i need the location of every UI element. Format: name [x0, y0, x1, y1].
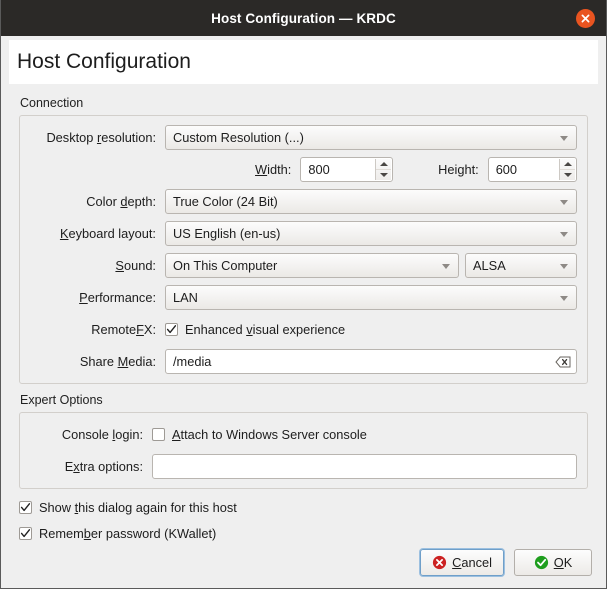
dialog-button-bar: Cancel OK — [420, 549, 592, 576]
keyboard-layout-value: US English (en-us) — [173, 226, 280, 241]
sound-system-combobox[interactable]: ALSA — [465, 253, 577, 278]
connection-groupbox: Desktop resolution: Custom Resolution (.… — [19, 115, 588, 384]
window-title: Host Configuration — KRDC — [211, 11, 396, 26]
connection-group-caption: Connection — [20, 96, 588, 110]
remotefx-label: RemoteFX: — [30, 322, 165, 337]
cancel-button[interactable]: Cancel — [420, 549, 504, 576]
console-login-checkbox[interactable] — [152, 428, 165, 441]
dialog-header: Host Configuration — [9, 40, 598, 84]
remember-password-label[interactable]: Remember password (KWallet) — [39, 526, 216, 541]
remember-password-checkbox[interactable] — [19, 527, 32, 540]
chevron-down-icon — [560, 232, 568, 237]
expert-options-group-caption: Expert Options — [20, 393, 588, 407]
performance-combobox[interactable]: LAN — [165, 285, 577, 310]
page-title: Host Configuration — [17, 50, 191, 74]
bottom-checkbox-list: Show this dialog again for this host Rem… — [1, 489, 606, 545]
chevron-down-icon — [442, 264, 450, 269]
share-media-input[interactable]: /media — [165, 349, 577, 374]
triangle-up-icon — [564, 162, 572, 166]
share-media-value: /media — [173, 354, 211, 369]
checkmark-icon — [20, 528, 31, 539]
height-label: Height: — [393, 162, 487, 177]
extra-options-label: Extra options: — [30, 459, 152, 474]
show-dialog-again-label[interactable]: Show this dialog again for this host — [39, 500, 237, 515]
row-keyboard-layout: Keyboard layout: US English (en-us) — [30, 221, 577, 246]
desktop-resolution-value: Custom Resolution (...) — [173, 130, 304, 145]
width-spin-down-button[interactable] — [376, 170, 391, 180]
close-x-icon — [580, 13, 591, 24]
keyboard-layout-combobox[interactable]: US English (en-us) — [165, 221, 577, 246]
checkmark-icon — [166, 324, 177, 335]
row-sound: Sound: On This Computer ALSA — [30, 253, 577, 278]
height-value: 600 — [496, 162, 517, 177]
width-spin-buttons — [375, 159, 391, 180]
chevron-down-icon — [560, 136, 568, 141]
sound-system-value: ALSA — [473, 258, 506, 273]
row-remotefx: RemoteFX: Enhanced visual experience — [30, 317, 577, 342]
backspace-glyph — [555, 356, 571, 368]
performance-label: Performance: — [30, 290, 165, 305]
width-spinbox[interactable]: 800 — [300, 157, 393, 182]
console-login-checkbox-label[interactable]: Attach to Windows Server console — [172, 427, 367, 442]
ok-button[interactable]: OK — [514, 549, 592, 576]
dialog-content: Connection Desktop resolution: Custom Re… — [1, 84, 606, 489]
remotefx-checkbox-label[interactable]: Enhanced visual experience — [185, 322, 345, 337]
desktop-resolution-combobox[interactable]: Custom Resolution (...) — [165, 125, 577, 150]
chevron-down-icon — [560, 200, 568, 205]
width-spin-up-button[interactable] — [376, 159, 391, 170]
close-icon[interactable] — [576, 9, 595, 28]
extra-options-input[interactable] — [152, 454, 577, 479]
triangle-down-icon — [564, 173, 572, 177]
titlebar: Host Configuration — KRDC — [1, 0, 606, 36]
keyboard-layout-label: Keyboard layout: — [30, 226, 165, 241]
share-media-label: Share Media: — [30, 354, 165, 369]
remember-password-row: Remember password (KWallet) — [19, 521, 588, 545]
color-depth-value: True Color (24 Bit) — [173, 194, 278, 209]
ok-button-label: OK — [554, 555, 573, 570]
show-dialog-again-checkbox[interactable] — [19, 501, 32, 514]
row-extra-options: Extra options: — [30, 454, 577, 479]
width-label: Width: — [30, 162, 300, 177]
chevron-down-icon — [560, 264, 568, 269]
clear-backspace-icon[interactable] — [555, 355, 571, 369]
color-depth-label: Color depth: — [30, 194, 165, 209]
performance-value: LAN — [173, 290, 198, 305]
row-width-height: Width: 800 Height: 600 — [30, 157, 577, 182]
row-share-media: Share Media: /media — [30, 349, 577, 374]
console-login-label: Console login: — [30, 427, 152, 442]
sound-combobox[interactable]: On This Computer — [165, 253, 459, 278]
color-depth-combobox[interactable]: True Color (24 Bit) — [165, 189, 577, 214]
cancel-error-icon — [432, 555, 447, 570]
chevron-down-icon — [560, 296, 568, 301]
ok-check-icon — [534, 555, 549, 570]
row-desktop-resolution: Desktop resolution: Custom Resolution (.… — [30, 125, 577, 150]
row-console-login: Console login: Attach to Windows Server … — [30, 422, 577, 447]
sound-value: On This Computer — [173, 258, 277, 273]
height-spinbox[interactable]: 600 — [488, 157, 577, 182]
row-color-depth: Color depth: True Color (24 Bit) — [30, 189, 577, 214]
height-spin-down-button[interactable] — [560, 170, 575, 180]
desktop-resolution-label: Desktop resolution: — [30, 130, 165, 145]
expert-options-groupbox: Console login: Attach to Windows Server … — [19, 412, 588, 489]
cancel-button-label: Cancel — [452, 555, 492, 570]
host-configuration-dialog: Host Configuration — KRDC Host Configura… — [0, 0, 607, 589]
width-value: 800 — [308, 162, 329, 177]
triangle-down-icon — [380, 173, 388, 177]
row-performance: Performance: LAN — [30, 285, 577, 310]
triangle-up-icon — [380, 162, 388, 166]
remotefx-checkbox[interactable] — [165, 323, 178, 336]
sound-label: Sound: — [30, 258, 165, 273]
height-spin-buttons — [559, 159, 575, 180]
height-spin-up-button[interactable] — [560, 159, 575, 170]
checkmark-icon — [20, 502, 31, 513]
show-dialog-again-row: Show this dialog again for this host — [19, 495, 588, 519]
